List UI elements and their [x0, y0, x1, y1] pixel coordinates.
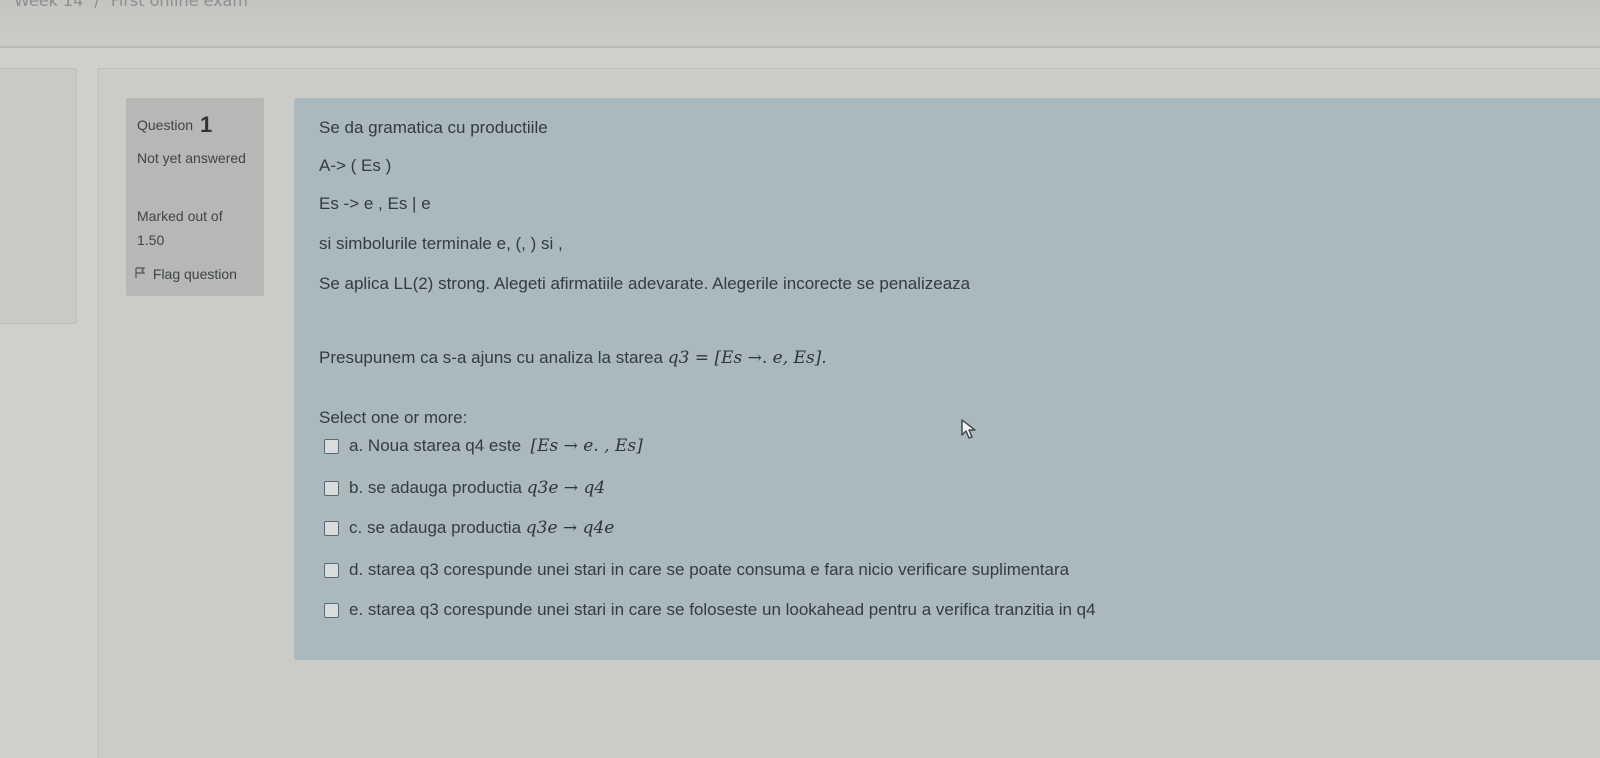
answer-option-d[interactable]: d. starea q3 corespunde unei stari in ca… — [324, 560, 1069, 580]
breadcrumb-exam[interactable]: First online exam — [111, 0, 248, 10]
option-b-formula: q3e → q4 — [526, 478, 606, 498]
checkbox-e[interactable] — [324, 602, 339, 618]
question-number: Question 1 — [137, 112, 212, 138]
answer-option-c[interactable]: c. se adauga productia q3e → q4e — [324, 518, 614, 538]
answer-option-e[interactable]: e. starea q3 corespunde unei stari in ca… — [324, 600, 1096, 620]
option-b-prefix: b. — [349, 478, 364, 497]
option-d-prefix: d. — [349, 560, 364, 579]
flag-icon — [135, 267, 146, 282]
option-a-formula: [Es → e. , Es] — [530, 436, 643, 456]
option-c-text: se adauga productia — [366, 518, 522, 537]
breadcrumb: Week 14 / First online exam — [14, 0, 248, 10]
breadcrumb-week[interactable]: Week 14 — [14, 0, 83, 10]
mouse-pointer-icon — [960, 418, 980, 444]
option-a-text: Noua starea q4 este — [367, 436, 522, 455]
answer-option-b[interactable]: b. se adauga productia q3e → q4 — [324, 478, 605, 498]
checkbox-d[interactable] — [324, 562, 339, 578]
option-d-text: starea q3 corespunde unei stari in care … — [367, 560, 1070, 579]
question-text-line-1: Se da gramatica cu productiile — [319, 118, 548, 137]
checkbox-c[interactable] — [324, 520, 339, 536]
option-a-prefix: a. — [349, 436, 364, 455]
breadcrumb-separator: / — [94, 0, 100, 10]
side-block — [0, 68, 77, 324]
top-bar: Week 14 / First online exam — [0, 0, 1600, 48]
option-c-formula: q3e → q4e — [525, 518, 615, 538]
state-sentence: Presupunem ca s-a ajuns cu analiza la st… — [319, 348, 827, 368]
question-content: Se da gramatica cu productiile A-> ( Es … — [294, 98, 1600, 660]
question-text-line-2: A-> ( Es ) — [319, 156, 392, 175]
option-e-text: starea q3 corespunde unei stari in care … — [367, 600, 1096, 619]
question-text-line-5: Se aplica LL(2) strong. Alegeti afirmati… — [319, 274, 971, 293]
question-label: Question — [137, 117, 194, 133]
question-info-panel: Question 1 Not yet answered Marked out o… — [126, 98, 264, 296]
flag-question-link[interactable]: Flag question — [135, 266, 237, 282]
answer-option-a[interactable]: a. Noua starea q4 este [Es → e. , Es] — [324, 436, 643, 456]
question-marks: Marked out of 1.50 — [137, 204, 252, 252]
answer-prompt: Select one or more: — [319, 408, 468, 427]
checkbox-b[interactable] — [324, 480, 339, 496]
question-state: Not yet answered — [137, 150, 246, 166]
option-e-prefix: e. — [349, 600, 364, 619]
checkbox-a[interactable] — [324, 438, 339, 454]
marks-value: 1.50 — [137, 232, 165, 248]
question-number-value: 1 — [199, 112, 213, 137]
state-formula: q3 = [Es →. e, Es]. — [667, 348, 827, 368]
flag-question-label: Flag question — [152, 266, 237, 282]
option-b-text: se adauga productia — [367, 478, 522, 497]
question-text-line-3: Es -> e , Es | e — [319, 194, 431, 213]
marks-label: Marked out of — [137, 208, 223, 224]
state-sentence-text: Presupunem ca s-a ajuns cu analiza la st… — [319, 348, 663, 367]
question-text-line-4: si simbolurile terminale e, (, ) si , — [319, 234, 563, 253]
option-c-prefix: c. — [349, 518, 363, 537]
